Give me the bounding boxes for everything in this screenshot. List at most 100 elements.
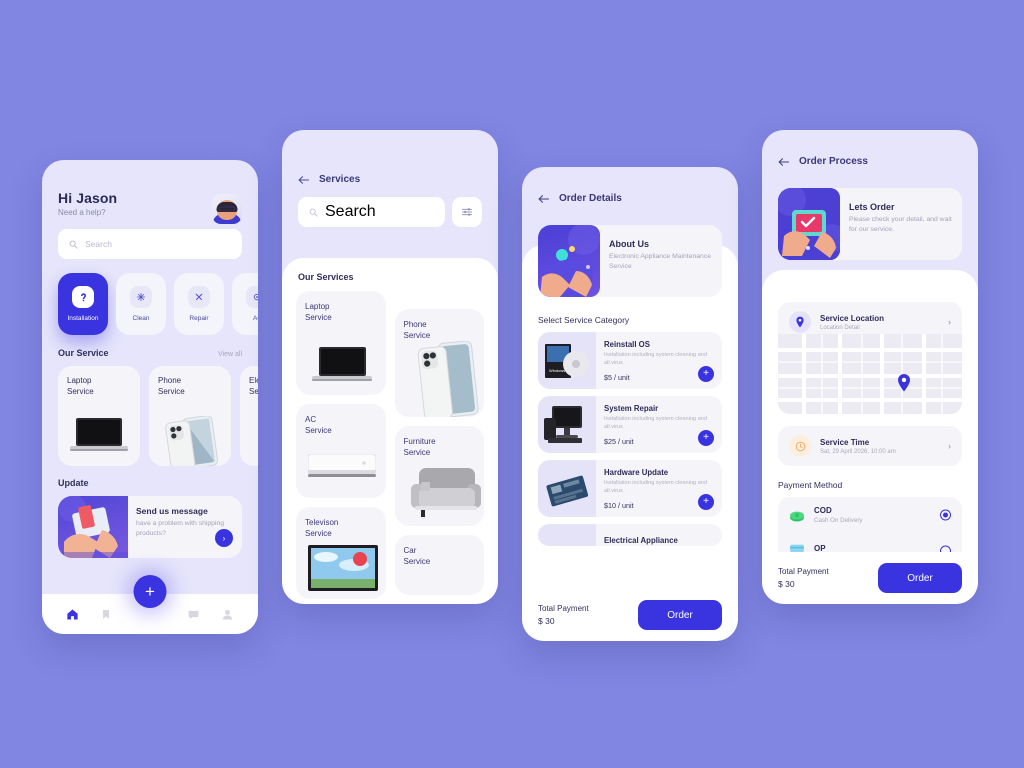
service-item-row[interactable]: Windows Reinstall OS Installation includ… [538,332,722,389]
back-arrow-icon[interactable] [778,157,790,167]
ac-image [308,454,376,482]
chip-label: Au [253,315,258,322]
desktop-pc-image [538,396,596,453]
laptop-image [68,416,130,456]
order-process-footer: Total Payment $ 30 Order [762,552,978,604]
payment-option-cod[interactable]: COD Cash On Delivery [778,497,962,533]
services-search-row[interactable]: Search [298,197,482,227]
greeting-subtitle: Need a help? [58,208,106,217]
filter-button[interactable] [452,197,482,227]
add-item-button[interactable]: + [698,366,714,382]
payment-method-title: Payment Method [778,480,843,490]
service-card-laptop[interactable]: Laptop Service [58,366,140,466]
search-input[interactable]: Search [298,197,445,227]
profile-icon[interactable] [221,608,234,621]
update-arrow-button[interactable]: › [215,529,233,547]
search-icon [309,208,318,217]
item-description: Installation including system cleaning a… [604,480,707,495]
lets-order-text: Lets Order Please check your detail, and… [840,188,962,260]
item-name: Electrical Appliance [604,536,678,545]
back-row[interactable]: Order Process [778,156,962,167]
category-chip-row[interactable]: Installation Clean Repair Au [42,259,258,335]
lets-order-card[interactable]: Lets Order Please check your detail, and… [778,188,962,260]
clean-icon [130,286,152,308]
service-card-laptop[interactable]: Laptop Service [296,291,386,395]
chevron-right-icon[interactable]: › [948,317,951,327]
service-card-electronic[interactable]: Ele Se [240,366,258,466]
add-item-button[interactable]: + [698,494,714,510]
total-label: Total Payment [538,604,589,613]
bookmark-icon[interactable] [100,608,112,621]
services-grid[interactable]: Laptop Service AC Service Televison Serv… [282,282,498,599]
order-button[interactable]: Order [638,600,722,630]
chip-label: Installation [67,315,99,322]
service-card-television[interactable]: Televison Service [296,507,386,599]
service-card-phone[interactable]: Phone Service [149,366,231,466]
item-price: $25 / unit [604,437,634,446]
update-title: Update [58,478,89,488]
svg-text:Windows: Windows [549,368,565,373]
time-heading: Service Time [820,437,870,447]
order-button[interactable]: Order [878,563,962,593]
chat-icon[interactable] [187,608,200,621]
chip-audit[interactable]: Au [232,273,258,335]
back-arrow-icon[interactable] [298,175,310,185]
os-disc-image: Windows [538,332,596,389]
payment-name: COD [814,506,832,515]
our-service-header: Our Service View all [42,348,258,358]
location-pin-icon [789,311,811,333]
appliance-image [538,524,596,546]
add-item-button[interactable]: + [698,430,714,446]
service-item-row[interactable]: System Repair Installation including sys… [538,396,722,453]
home-header: Hi Jason Need a help? [42,160,258,217]
item-description: Installation including system cleaning a… [604,352,707,367]
service-card-title: Ele Se [249,376,258,396]
search-input[interactable]: Search [58,229,242,259]
add-fab-button[interactable]: + [133,575,167,608]
chip-label: Clean [132,315,150,322]
map-preview[interactable] [778,334,962,414]
motherboard-image [538,460,596,517]
home-icon[interactable] [66,608,79,621]
service-time-row[interactable]: Service Time Sat, 29 April 2026, 10:00 a… [778,426,962,466]
back-row[interactable]: Order Details [538,193,722,204]
back-arrow-icon[interactable] [538,194,550,204]
service-item-row[interactable]: Electrical Appliance [538,524,722,546]
hero-subtext: Please check your detail, and wait for o… [849,216,952,234]
service-item-text: Reinstall OS Installation including syst… [596,332,722,389]
card-title: Car Service [403,546,431,567]
chip-repair[interactable]: Repair [174,273,224,335]
cod-text: COD Cash On Delivery [814,506,863,524]
about-us-card[interactable]: About Us Electronic Appliance Maintenanc… [538,225,722,297]
chip-installation[interactable]: Installation [58,273,108,335]
about-text: About Us Electronic Appliance Maintenanc… [600,225,722,297]
payment-radio[interactable] [940,509,951,521]
page-title: Services [319,174,361,185]
service-item-text: Hardware Update Installation including s… [596,460,722,517]
service-card-row[interactable]: Laptop Service Phone Service El Se [42,358,258,466]
services-header: Services [282,130,498,185]
search-icon [69,240,78,249]
filter-icon [461,206,473,218]
view-all-link[interactable]: View all [218,351,242,358]
item-name: Hardware Update [604,468,669,477]
service-item-row[interactable]: Hardware Update Installation including s… [538,460,722,517]
card-title: Laptop Service [305,302,332,323]
card-title: Televison Service [305,518,339,539]
chip-clean[interactable]: Clean [116,273,166,335]
phone-screen-home: Hi Jason Need a help? Search Installatio… [42,160,258,634]
update-card[interactable]: Send us message have a problem with ship… [58,496,242,558]
service-card-furniture[interactable]: Furniture Service [394,426,484,526]
search-placeholder: Search [85,239,112,249]
chevron-right-icon[interactable]: › [948,441,951,451]
item-name: Reinstall OS [604,340,650,349]
phone-screen-order-details: Order Details Select Service Category Wi… [522,167,738,641]
card-title: Phone Service [403,320,431,341]
service-card-ac[interactable]: AC Service [296,404,386,498]
service-card-phone[interactable]: Phone Service [394,309,484,417]
back-row[interactable]: Services [298,174,482,185]
our-services-header: Our Services [282,258,498,282]
phone-image [417,341,479,417]
cash-icon [789,508,805,522]
service-card-car[interactable]: Car Service [394,535,484,595]
